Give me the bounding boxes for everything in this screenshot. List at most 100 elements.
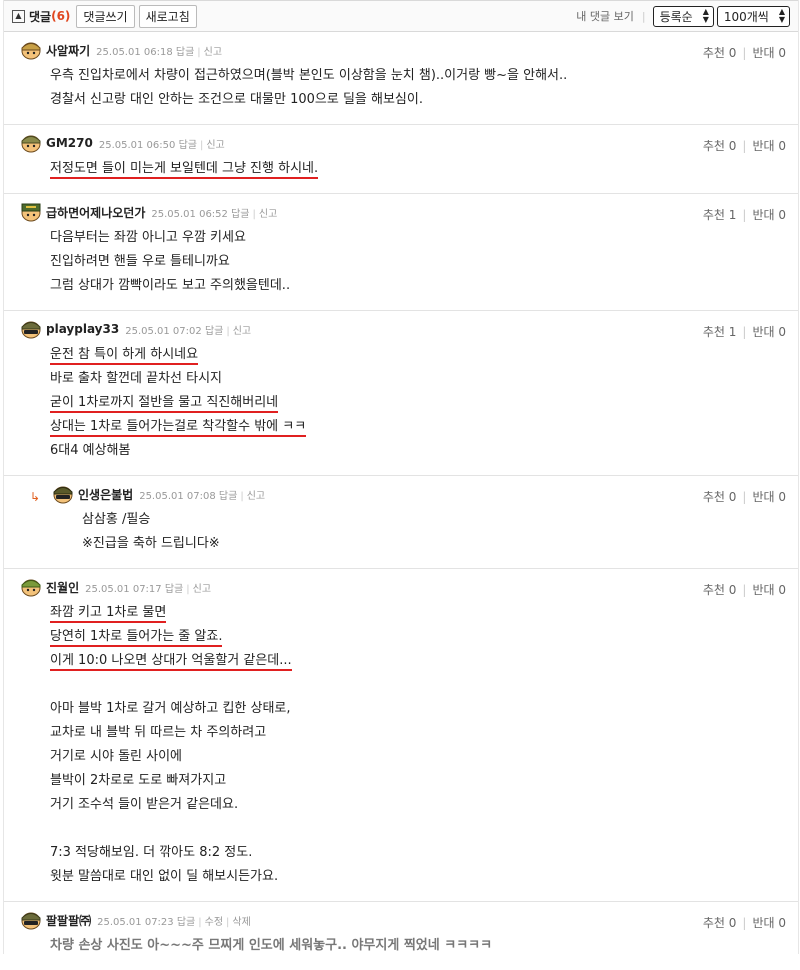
comment-line: 삼삼홍 /필승 xyxy=(82,512,151,527)
underlined-text: 좌깜 키고 1차로 물면 xyxy=(50,605,167,623)
comment-item: GM270 25.05.01 06:50 답글 | 신고 추천 0 | 반대 0 저정도… xyxy=(4,125,798,194)
reply-link[interactable]: 답글 xyxy=(205,326,223,337)
downvote-button[interactable]: 반대 0 xyxy=(752,325,786,339)
underlined-text: 상대는 1차로 들어가는걸로 착각할수 밖에 ㅋㅋ xyxy=(50,419,307,437)
comment-line: 차량 손상 사진도 아~~~주 므찌게 인도에 세워놓구.. 야무지게 찍었네 … xyxy=(50,938,493,953)
comment-author[interactable]: 사알짜기 xyxy=(46,42,90,59)
reply-link[interactable]: 답글 xyxy=(231,209,249,220)
comment-time: 25.05.01 06:50 xyxy=(98,139,176,151)
comment-body: 차량 손상 사진도 아~~~주 므찌게 인도에 세워놓구.. 야무지게 찍었네 … xyxy=(50,934,786,958)
comment-line xyxy=(50,817,786,841)
comment-line: 운전 참 특이 하게 하시네요 xyxy=(50,343,786,367)
delete-link[interactable]: 삭제 xyxy=(232,917,250,928)
avatar-icon xyxy=(21,579,41,597)
comment-line: 우측 진입차로에서 차량이 접근하였으며(블박 본인도 이상함을 눈치 챔)..… xyxy=(50,68,568,83)
comment-item: 사알짜기 25.05.01 06:18 답글 | 신고 추천 0 | 반대 0 우측 진… xyxy=(4,32,798,125)
comment-section: ▲ 댓글 (6) 댓글쓰기 새로고침 내 댓글 보기 | 등록순 ▲ ▼ 100개… xyxy=(3,0,799,954)
reply-link[interactable]: 답글 xyxy=(177,917,195,928)
comment-line: 거기로 시야 돌린 사이에 xyxy=(50,749,182,764)
report-link[interactable]: 신고 xyxy=(204,47,222,58)
underlined-text: 굳이 1차로까지 절반을 물고 직진해버리네 xyxy=(50,395,279,413)
vote-area: 추천 0 | 반대 0 xyxy=(702,583,786,597)
my-comments-link[interactable]: 내 댓글 보기 xyxy=(576,8,634,24)
underlined-text: 저정도면 들이 미는게 보일텐데 그냥 진행 하시네. xyxy=(50,161,319,179)
comment-meta: 25.05.01 06:52 답글 | 신고 xyxy=(151,208,278,220)
comment-line: 6대4 예상해봄 xyxy=(50,443,131,458)
collapse-icon[interactable]: ▲ xyxy=(12,9,25,23)
avatar-icon xyxy=(53,486,73,504)
report-link[interactable]: 신고 xyxy=(193,584,211,595)
avatar-icon xyxy=(21,42,41,60)
comment-line: 굳이 1차로까지 절반을 물고 직진해버리네 xyxy=(50,391,786,415)
comment-author[interactable]: 인생은불법 xyxy=(78,486,133,503)
reply-arrow-icon: ↳ xyxy=(30,490,41,504)
comment-line: 교차로 내 블박 뒤 따르는 차 주의하려고 xyxy=(50,725,267,740)
comment-author[interactable]: 진월인 xyxy=(46,579,79,596)
upvote-button[interactable]: 추천 0 xyxy=(703,490,737,504)
comment-title: 댓글 xyxy=(29,9,52,24)
reply-link[interactable]: 답글 xyxy=(165,584,183,595)
upvote-button[interactable]: 추천 1 xyxy=(703,208,737,222)
refresh-button[interactable]: 새로고침 xyxy=(138,4,197,28)
report-link[interactable]: 신고 xyxy=(233,326,251,337)
avatar-icon xyxy=(21,135,41,153)
vote-area: 추천 1 | 반대 0 xyxy=(702,325,786,339)
comment-item: 팔팔팔㈜ 25.05.01 07:23 답글 | 수정 | 삭제 추천 0 | 반대 0 차… xyxy=(4,902,798,970)
downvote-button[interactable]: 반대 0 xyxy=(752,139,786,153)
report-link[interactable]: 신고 xyxy=(259,209,277,220)
comment-author[interactable]: playplay33 xyxy=(46,322,119,336)
comment-count: (6) xyxy=(51,9,71,23)
comment-meta: 25.05.01 07:23 답글 | 수정 | 삭제 xyxy=(97,916,251,928)
downvote-button[interactable]: 반대 0 xyxy=(752,46,786,60)
comment-author[interactable]: 급하면어제나오던가 xyxy=(46,204,145,221)
edit-link[interactable]: 수정 xyxy=(205,917,223,928)
comment-line: 바로 출차 할껀데 끝차선 타시지 xyxy=(50,371,223,386)
downvote-button[interactable]: 반대 0 xyxy=(752,490,786,504)
vote-area: 추천 0 | 반대 0 xyxy=(702,139,786,153)
comment-meta: 25.05.01 07:08 답글 | 신고 xyxy=(139,490,266,502)
comment-time: 25.05.01 06:52 xyxy=(151,208,228,220)
select-arrows-icon: ▲ ▼ xyxy=(778,7,785,24)
comment-item: 급하면어제나오던가 25.05.01 06:52 답글 | 신고 추천 1 | 반대 0… xyxy=(4,194,798,311)
upvote-button[interactable]: 추천 1 xyxy=(703,325,737,339)
write-comment-button[interactable]: 댓글쓰기 xyxy=(76,4,135,28)
comment-line: 상대는 1차로 들어가는걸로 착각할수 밖에 ㅋㅋ xyxy=(50,415,786,439)
avatar-icon xyxy=(21,912,41,930)
downvote-button[interactable]: 반대 0 xyxy=(752,916,786,930)
comment-item: 진월인 25.05.01 07:17 답글 | 신고 추천 0 | 반대 0 좌깜 키고… xyxy=(4,569,798,902)
underlined-text: 운전 참 특이 하게 하시네요 xyxy=(50,347,199,365)
upvote-button[interactable]: 추천 0 xyxy=(703,139,737,153)
upvote-button[interactable]: 추천 0 xyxy=(703,583,737,597)
sort-select[interactable]: 등록순 ▲ ▼ xyxy=(652,5,714,27)
avatar-icon xyxy=(21,203,41,222)
comment-time: 25.05.01 07:02 xyxy=(125,325,202,337)
downvote-button[interactable]: 반대 0 xyxy=(752,583,786,597)
comment-time: 25.05.01 07:23 xyxy=(97,916,174,928)
upvote-button[interactable]: 추천 0 xyxy=(703,46,737,60)
comment-author[interactable]: 팔팔팔㈜ xyxy=(46,912,91,929)
comment-body: 운전 참 특이 하게 하시네요 바로 출차 할껀데 끝차선 타시지 굳이 1차로… xyxy=(50,343,786,463)
per-page-select[interactable]: 100개씩 ▲ ▼ xyxy=(716,5,790,27)
avatar-icon xyxy=(21,321,41,339)
comment-line: 좌깜 키고 1차로 물면 xyxy=(50,601,786,625)
vote-area: 추천 0 | 반대 0 xyxy=(702,46,786,60)
reply-link[interactable]: 답글 xyxy=(179,140,197,151)
report-link[interactable]: 신고 xyxy=(247,491,265,502)
comment-meta: 25.05.01 07:17 답글 | 신고 xyxy=(85,583,212,595)
comment-meta: 25.05.01 06:18 답글 | 신고 xyxy=(96,46,223,58)
comment-header: ▲ 댓글 (6) 댓글쓰기 새로고침 내 댓글 보기 | 등록순 ▲ ▼ 100개… xyxy=(4,0,798,32)
comment-line: 거기 조수석 들이 받은거 같은데요. xyxy=(50,797,239,812)
reply-item: ↳ 인생은불법 25.05.01 07:08 답글 | 신고 추천 0 | 반대 0 삼… xyxy=(4,476,798,569)
reply-link[interactable]: 답글 xyxy=(176,47,194,58)
comment-author[interactable]: GM270 xyxy=(46,136,93,150)
comment-body: 좌깜 키고 1차로 물면 당연히 1차로 들어가는 줄 알죠. 이게 10:0 … xyxy=(50,601,786,889)
upvote-button[interactable]: 추천 0 xyxy=(703,916,737,930)
reply-link[interactable]: 답글 xyxy=(219,491,237,502)
comment-line: 7:3 적당해보임. 더 깎아도 8:2 정도. xyxy=(50,845,253,860)
comment-body: 저정도면 들이 미는게 보일텐데 그냥 진행 하시네. xyxy=(50,157,786,181)
comment-line: 그럼 상대가 깜빡이라도 보고 주의했을텐데.. xyxy=(50,278,291,293)
comment-line: 경찰서 신고랑 대인 안하는 조건으로 대물만 100으로 딜을 해보심이. xyxy=(50,92,423,107)
report-link[interactable]: 신고 xyxy=(206,140,224,151)
select-arrows-icon: ▲ ▼ xyxy=(702,7,709,24)
downvote-button[interactable]: 반대 0 xyxy=(752,208,786,222)
